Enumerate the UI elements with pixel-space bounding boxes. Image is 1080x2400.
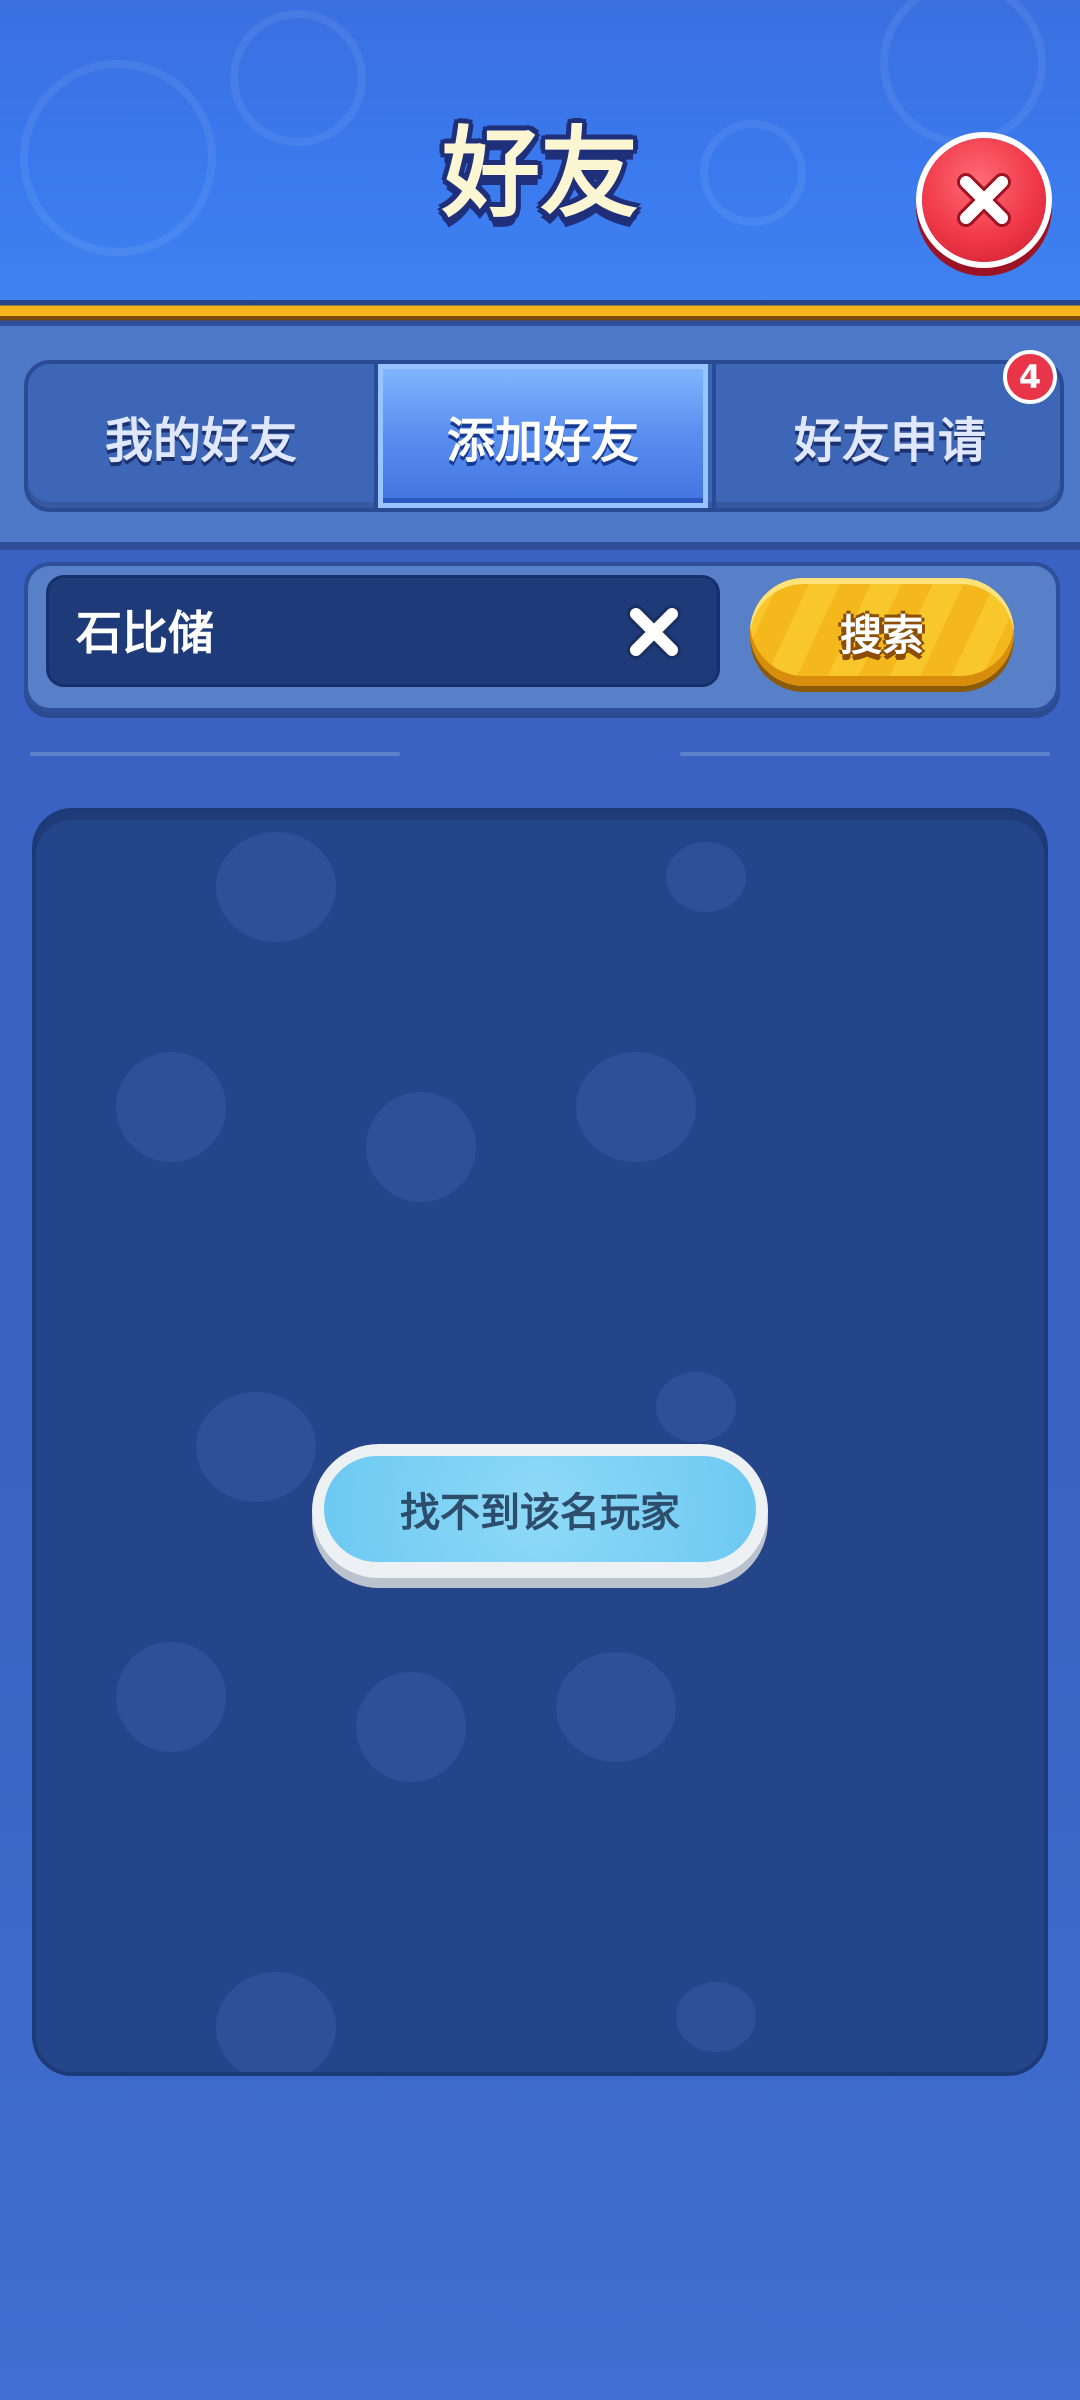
background-decoration xyxy=(216,832,336,942)
background-decoration xyxy=(700,120,806,226)
search-button[interactable]: 搜索 xyxy=(750,578,1014,686)
search-input-value: 石比储 xyxy=(76,606,214,660)
background-decoration xyxy=(666,842,746,912)
background-decoration xyxy=(216,1972,336,2072)
section-divider-right xyxy=(680,752,1050,756)
not-found-message: 找不到该名玩家 xyxy=(324,1456,756,1562)
background-decoration xyxy=(116,1642,226,1752)
tab-add-friend[interactable]: 添加好友 xyxy=(378,364,708,508)
background-decoration xyxy=(576,1052,696,1162)
friend-requests-badge: 4 xyxy=(1003,350,1057,404)
background-decoration xyxy=(656,1372,736,1442)
background-decoration xyxy=(356,1672,466,1782)
close-icon xyxy=(957,173,1011,227)
header-divider xyxy=(0,300,1080,326)
page-title: 好友 xyxy=(441,117,638,231)
background-decoration xyxy=(196,1392,316,1502)
background-decoration xyxy=(880,0,1046,146)
background-decoration xyxy=(366,1092,476,1202)
background-decoration xyxy=(556,1652,676,1762)
tab-bar: 我的好友 添加好友 好友申请 xyxy=(24,360,1064,512)
background-decoration xyxy=(230,10,366,146)
background-decoration xyxy=(20,60,216,256)
background-decoration xyxy=(116,1052,226,1162)
background-decoration xyxy=(676,1982,756,2052)
tab-my-friends[interactable]: 我的好友 xyxy=(28,364,378,508)
clear-x-icon[interactable] xyxy=(622,600,686,664)
close-button[interactable] xyxy=(922,138,1046,262)
section-divider-left xyxy=(30,752,400,756)
results-panel xyxy=(32,808,1048,2076)
